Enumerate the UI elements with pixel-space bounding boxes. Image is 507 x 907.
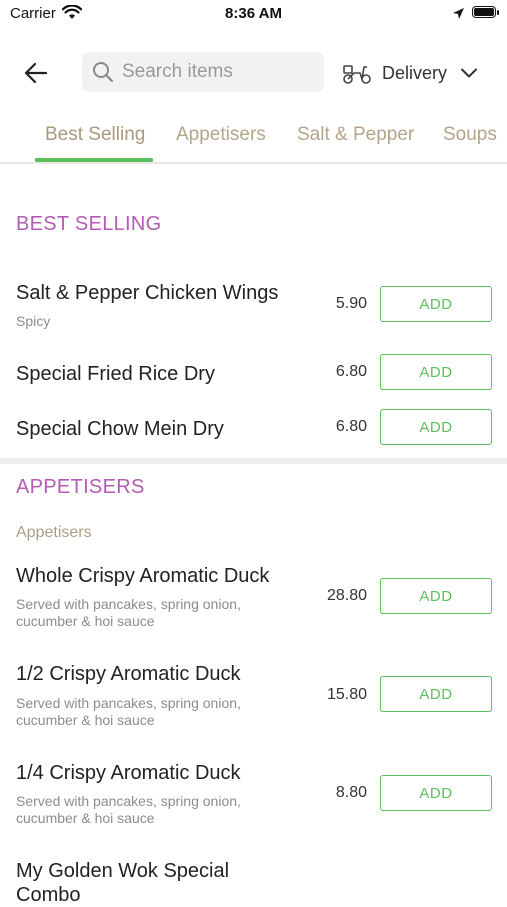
add-button[interactable]: ADD [380, 775, 492, 811]
section-title-best-selling: BEST SELLING [16, 213, 162, 235]
header: Delivery [0, 45, 507, 100]
item-description: Served with pancakes, spring onion, cucu… [16, 793, 296, 827]
item-description: Served with pancakes, spring onion, cucu… [16, 695, 296, 729]
tab-salt-pepper[interactable]: Salt & Pepper [297, 124, 414, 146]
tab-best-selling[interactable]: Best Selling [45, 124, 145, 146]
search-icon [92, 61, 114, 88]
back-button[interactable] [18, 55, 54, 91]
clock: 8:36 AM [225, 5, 282, 22]
item-name: My Golden Wok Special [16, 860, 230, 882]
tab-appetisers[interactable]: Appetisers [176, 124, 266, 146]
description-line: Served with pancakes, spring onion, [16, 793, 241, 809]
item-name: 1/4 Crispy Aromatic Duck [16, 762, 241, 784]
tab-soups[interactable]: Soups [443, 124, 497, 146]
scooter-icon [343, 65, 371, 84]
section-title-appetisers: APPETISERS [16, 476, 145, 498]
item-name: Whole Crispy Aromatic Duck [16, 565, 270, 587]
description-line: cucumber & hoi sauce [16, 613, 155, 629]
battery-cap [497, 10, 499, 15]
item-price: 6.80 [335, 418, 367, 435]
item-description: Spicy [16, 313, 51, 329]
item-name-continued: Combo [16, 884, 81, 906]
description-line: cucumber & hoi sauce [16, 810, 155, 826]
description-line: Served with pancakes, spring onion, [16, 596, 241, 612]
delivery-selector[interactable]: Delivery [342, 55, 492, 91]
add-button[interactable]: ADD [380, 354, 492, 390]
item-price: 5.90 [335, 295, 367, 312]
chevron-down-icon [461, 68, 478, 78]
section-divider [0, 458, 507, 464]
location-arrow-icon [452, 7, 465, 25]
item-name: Salt & Pepper Chicken Wings [16, 282, 279, 304]
item-name: Special Chow Mein Dry [16, 418, 224, 440]
description-line: Served with pancakes, spring onion, [16, 695, 241, 711]
back-arrow-icon [24, 62, 48, 84]
item-price: 6.80 [335, 363, 367, 380]
item-description: Served with pancakes, spring onion, cucu… [16, 596, 296, 630]
item-name: Special Fried Rice Dry [16, 363, 215, 385]
category-tabs: Best Selling Appetisers Salt & Pepper So… [0, 112, 507, 164]
status-bar: Carrier 8:36 AM [0, 0, 507, 30]
delivery-label: Delivery [382, 62, 448, 83]
subcategory-title: Appetisers [16, 524, 92, 541]
active-tab-indicator [35, 158, 153, 162]
item-price: 8.80 [335, 784, 367, 801]
add-button[interactable]: ADD [380, 286, 492, 322]
search-input[interactable] [122, 52, 317, 92]
search-box[interactable] [82, 52, 324, 92]
add-button[interactable]: ADD [380, 578, 492, 614]
item-name: 1/2 Crispy Aromatic Duck [16, 663, 241, 685]
battery-icon [472, 6, 496, 18]
add-button[interactable]: ADD [380, 676, 492, 712]
item-price: 28.80 [326, 587, 367, 604]
description-line: cucumber & hoi sauce [16, 712, 155, 728]
add-button[interactable]: ADD [380, 409, 492, 445]
item-price: 15.80 [326, 686, 367, 703]
